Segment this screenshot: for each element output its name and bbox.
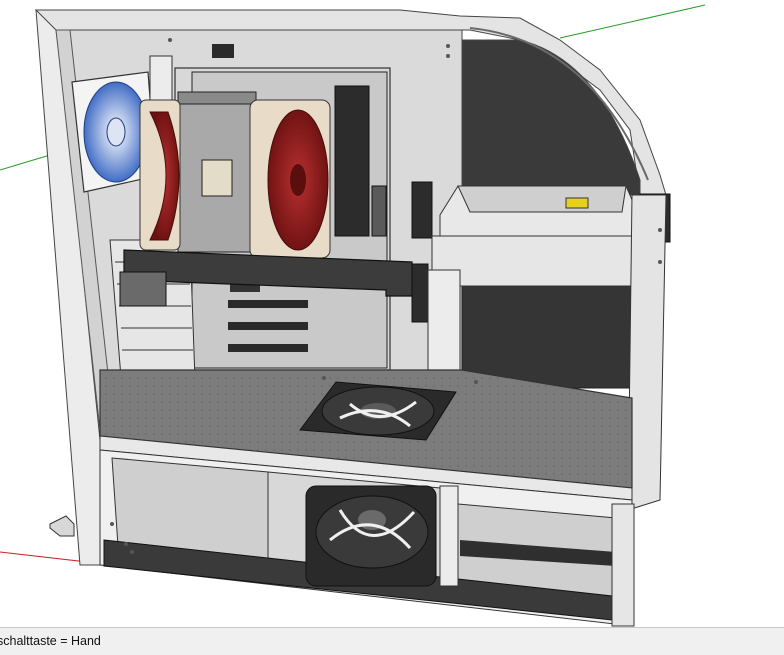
lower-divider: [439, 485, 459, 587]
case-front-panel-upper: [627, 194, 667, 511]
ram-clip: [371, 185, 387, 237]
green-axis-far: [559, 4, 706, 39]
pc-case-model[interactable]: [0, 0, 784, 627]
sketchup-window: schalttaste = Hand: [0, 0, 784, 655]
optical-drive-label: [565, 197, 589, 209]
front-io-cutout: [411, 181, 433, 239]
optical-drive-top: [457, 185, 627, 213]
ram-slots: [334, 85, 370, 237]
3d-viewport[interactable]: [0, 0, 784, 627]
drive-bay-dark: [461, 275, 633, 389]
gpu-bracket: [119, 271, 167, 307]
back-wall-cutout: [212, 44, 234, 58]
cpu-cooler: [139, 91, 331, 259]
cable-cutout: [411, 263, 429, 323]
loose-bracket: [49, 515, 75, 537]
bottom-intake-fan: [305, 485, 437, 587]
hood-dark-interior: [461, 39, 641, 196]
lower-front-post: [611, 503, 635, 627]
status-bar-text: schalttaste = Hand: [0, 634, 101, 648]
status-bar: schalttaste = Hand: [0, 627, 784, 655]
